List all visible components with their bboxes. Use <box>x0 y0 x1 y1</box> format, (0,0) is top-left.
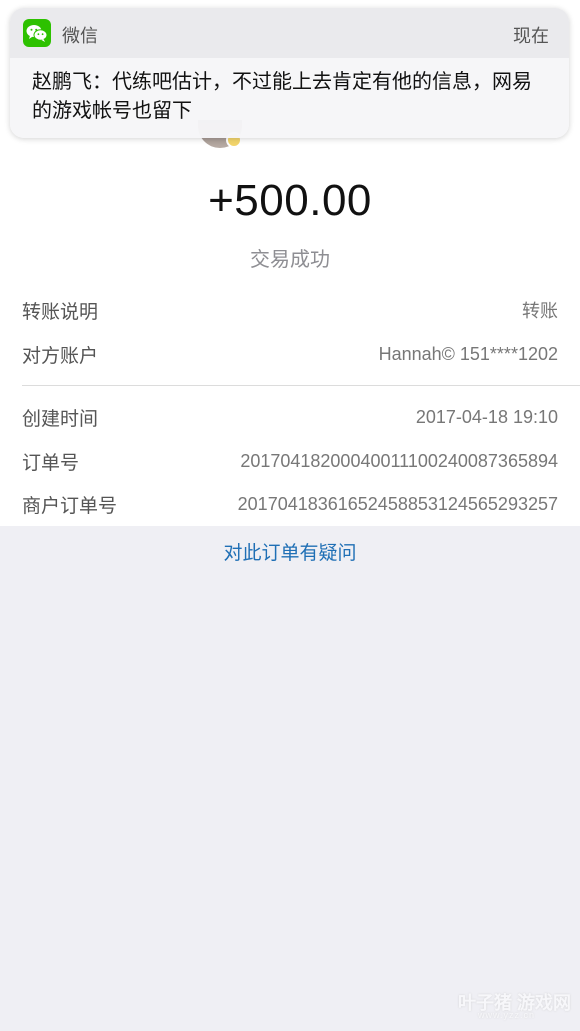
detail-row-counterparty: 对方账户 Hannah© 151****1202 <box>22 340 558 368</box>
detail-row-transfer-note: 转账说明 转账 <box>22 296 558 324</box>
wechat-notification-banner[interactable]: 微信 现在 赵鹏飞：代练吧估计，不过能上去肯定有他的信息，网易的游戏帐号也留下 <box>10 8 569 138</box>
detail-label: 商户订单号 <box>22 495 118 517</box>
detail-value: Hannah© 151****1202 <box>378 343 558 364</box>
notification-message: 赵鹏飞：代练吧估计，不过能上去肯定有他的信息，网易的游戏帐号也留下 <box>32 71 532 122</box>
detail-label: 对方账户 <box>22 345 99 367</box>
wechat-icon <box>23 19 51 47</box>
detail-row-created-time: 创建时间 2017-04-18 19:10 <box>22 403 558 431</box>
notification-header: 微信 现在 <box>10 8 569 58</box>
detail-row-order-number: 订单号 20170418200040011100240087365894 <box>22 447 558 475</box>
order-question-link[interactable]: 对此订单有疑问 <box>0 538 580 565</box>
detail-label: 转账说明 <box>22 301 99 323</box>
transaction-amount: +500.00 <box>208 176 372 225</box>
divider <box>22 385 580 386</box>
site-watermark: 叶子猪 游戏网 www.yzz.cn <box>458 989 571 1023</box>
notification-time: 现在 <box>513 26 549 46</box>
detail-row-merchant-order-number: 商户订单号 20170418361652458853124565293257 <box>22 490 558 518</box>
notification-app-name: 微信 <box>62 26 98 46</box>
transaction-detail-page: +500.00 交易成功 转账说明 转账 对方账户 Hannah© 151***… <box>0 0 580 1031</box>
watermark-url: www.yzz.cn <box>478 1010 536 1020</box>
detail-label: 订单号 <box>22 452 80 474</box>
detail-value: 2017-04-18 19:10 <box>415 406 558 427</box>
detail-value: 20170418361652458853124565293257 <box>237 493 558 514</box>
detail-value: 转账 <box>522 301 558 321</box>
transaction-status: 交易成功 <box>250 249 330 271</box>
detail-label: 创建时间 <box>22 408 99 430</box>
detail-value: 20170418200040011100240087365894 <box>240 450 558 471</box>
